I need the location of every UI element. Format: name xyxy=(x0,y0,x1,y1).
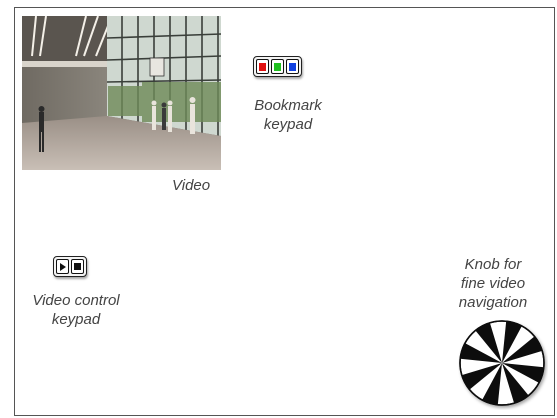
bookmark-keypad-label: Bookmark keypad xyxy=(244,96,332,134)
knob-label-line1: Knob for xyxy=(464,256,522,273)
video-control-label-line1: Video control xyxy=(32,292,120,309)
video-control-label-line2: keypad xyxy=(51,311,101,328)
bookmark-green-key[interactable] xyxy=(271,59,284,74)
play-key[interactable] xyxy=(56,259,69,274)
bookmark-red-key[interactable] xyxy=(256,59,269,74)
knob-label-line2: fine video xyxy=(460,275,526,292)
blue-swatch-icon xyxy=(289,62,296,71)
stop-icon xyxy=(74,263,81,270)
play-icon xyxy=(60,262,66,271)
bookmark-label-line1: Bookmark xyxy=(254,97,322,114)
stop-key[interactable] xyxy=(71,259,84,274)
gym-scene-image xyxy=(22,16,221,170)
bookmark-keypad[interactable] xyxy=(253,56,302,77)
video-control-keypad-label: Video control keypad xyxy=(20,291,132,329)
video-thumbnail[interactable] xyxy=(22,16,221,170)
red-swatch-icon xyxy=(259,62,266,71)
bookmark-blue-key[interactable] xyxy=(286,59,299,74)
navigation-knob[interactable] xyxy=(458,320,548,415)
knob-label-line3: navigation xyxy=(458,294,528,311)
video-control-keypad[interactable] xyxy=(53,256,87,277)
green-swatch-icon xyxy=(274,62,281,71)
bookmark-label-line2: keypad xyxy=(263,116,313,133)
knob-label: Knob for fine video navigation xyxy=(438,255,548,312)
knob-icon xyxy=(459,320,545,406)
video-label: Video xyxy=(172,177,211,194)
